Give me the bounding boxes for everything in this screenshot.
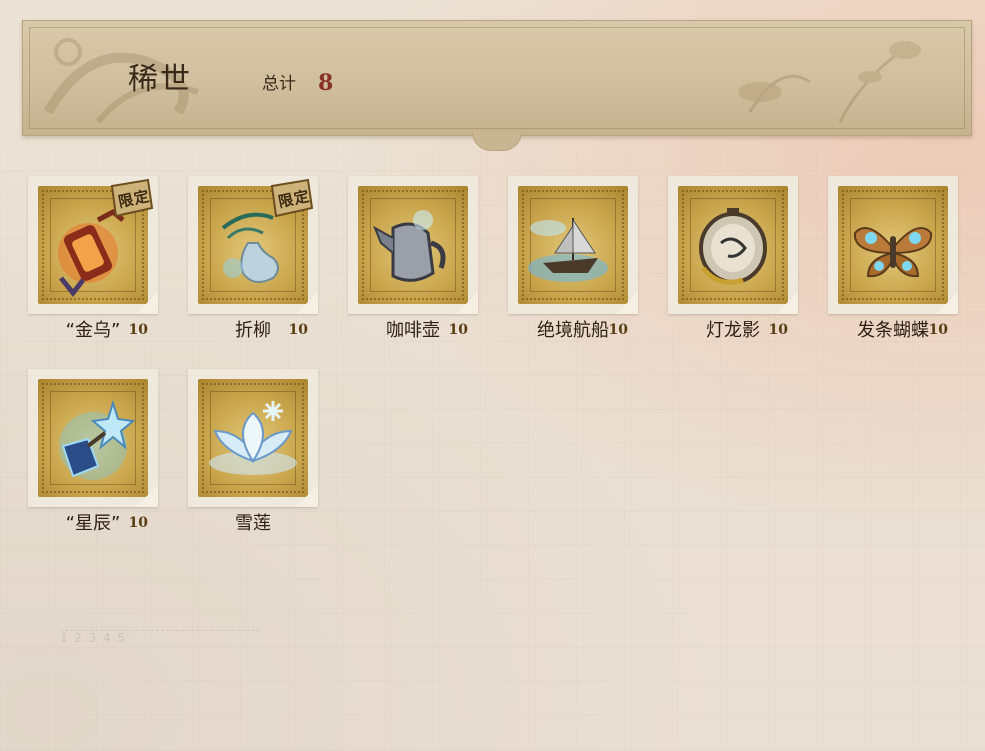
collection-item[interactable]: 10 绝境航船 (508, 176, 638, 346)
faded-ruler: 1 2 3 4 5 (60, 630, 260, 655)
category-title: 稀世 (128, 62, 192, 97)
stamp-value: 10 (928, 322, 948, 338)
stamp-value: 10 (288, 322, 308, 338)
snow-lotus-icon (209, 401, 297, 475)
stamp-value: 10 (608, 322, 628, 338)
stamp-value: 10 (448, 322, 468, 338)
flower-ornament-icon (738, 41, 921, 123)
collection-item[interactable]: 10 咖啡壶 (348, 176, 478, 346)
item-label: 雪莲 (235, 513, 271, 534)
header-notch (472, 132, 522, 151)
coffee-pot-icon (373, 210, 446, 282)
sailing-ship-icon (528, 218, 608, 282)
collection-item[interactable]: 10 灯龙影 (668, 176, 798, 346)
stamp-value: 10 (128, 515, 148, 531)
collection-item[interactable]: 10 发条蝴蝶 (828, 176, 958, 346)
stamp-value: 10 (768, 322, 788, 338)
collection-item[interactable]: 限定 10 “金乌” (28, 176, 158, 346)
total-count: 8 (318, 70, 334, 96)
stamp-value: 10 (128, 322, 148, 338)
total-label: 总计 (262, 74, 296, 94)
clockwork-butterfly-icon (853, 227, 933, 278)
dragon-lantern-icon (699, 208, 767, 285)
collection-item[interactable]: 10 “星辰” (28, 369, 158, 539)
collection-item[interactable]: 限定 10 折柳 (188, 176, 318, 346)
collection-item[interactable]: 雪莲 (188, 369, 318, 539)
star-crystal-icon (59, 399, 136, 480)
